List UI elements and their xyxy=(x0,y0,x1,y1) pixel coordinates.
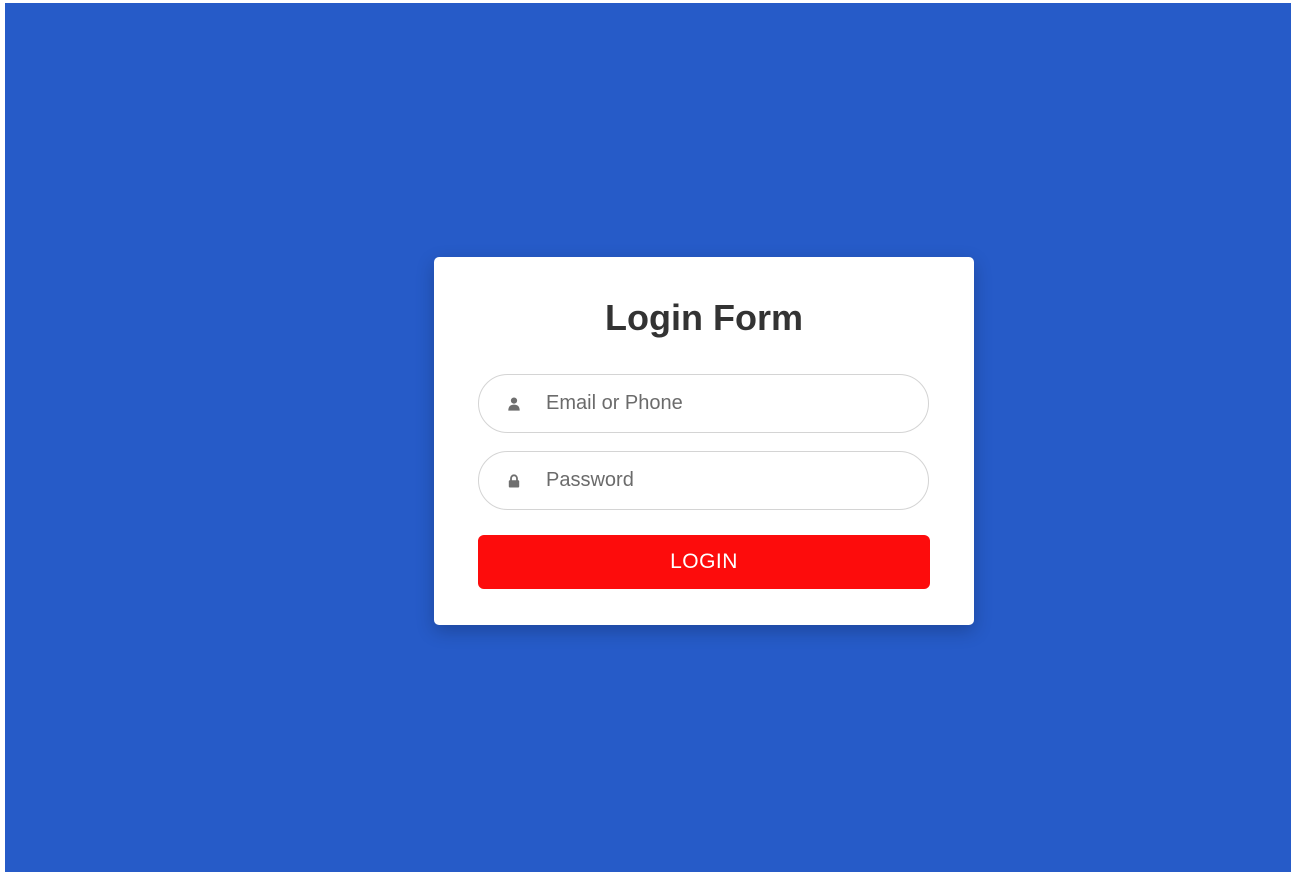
password-field-wrapper[interactable] xyxy=(478,451,929,510)
login-card: Login Form LOGIN xyxy=(434,257,974,625)
page-background: Login Form LOGIN xyxy=(5,3,1291,872)
lock-icon xyxy=(508,474,520,488)
form-title: Login Form xyxy=(605,297,803,338)
email-input[interactable] xyxy=(546,383,906,424)
password-input[interactable] xyxy=(546,460,906,501)
login-button[interactable]: LOGIN xyxy=(478,535,930,589)
email-field-wrapper[interactable] xyxy=(478,374,929,433)
user-icon xyxy=(508,397,520,411)
